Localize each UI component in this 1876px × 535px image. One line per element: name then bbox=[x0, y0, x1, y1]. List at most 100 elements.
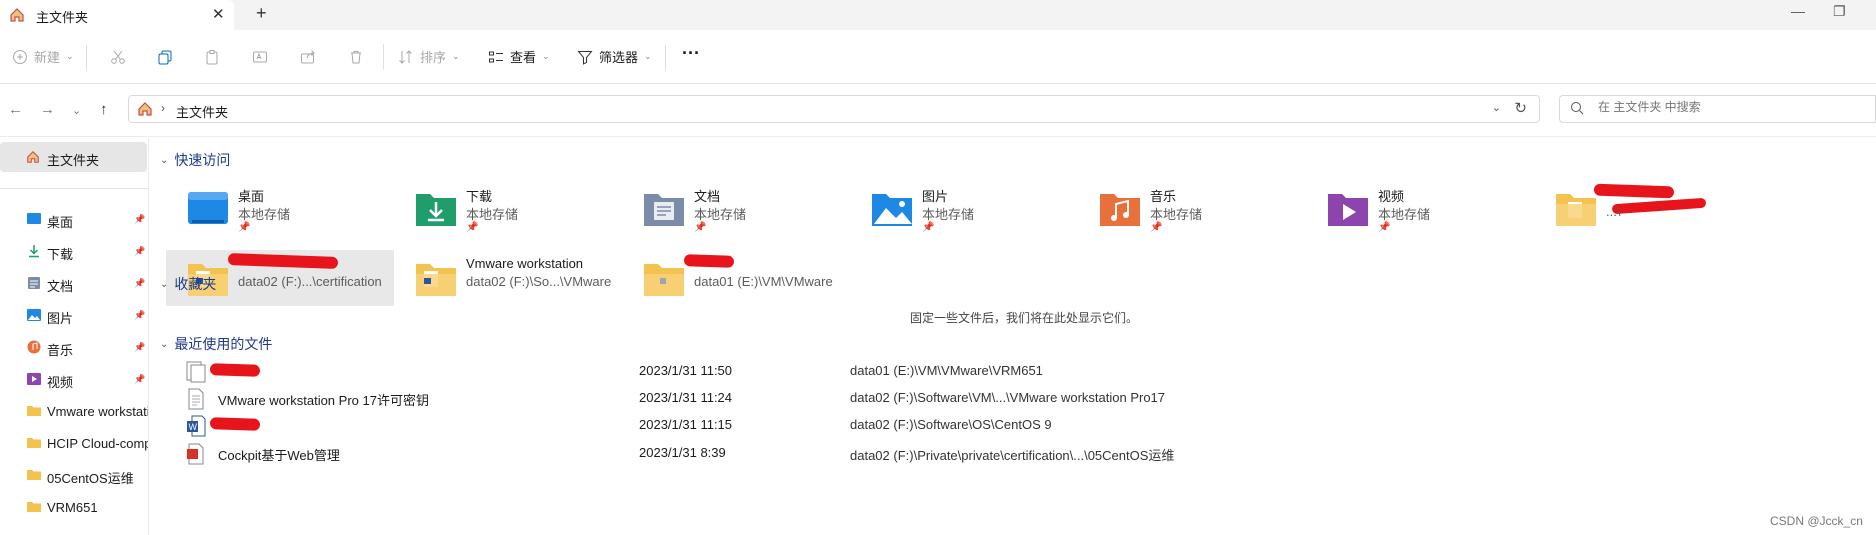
paste-icon[interactable] bbox=[204, 49, 220, 65]
quick-access-tile-music[interactable]: 音乐 本地存储 📌 bbox=[1078, 180, 1306, 236]
quick-access-tile-desktop[interactable]: 桌面 本地存储 📌 bbox=[166, 180, 394, 236]
table-row[interactable]: Cockpit基于Web管理 2023/1/31 8:39 data02 (F:… bbox=[176, 438, 1866, 468]
plus-circle-icon bbox=[12, 49, 28, 65]
tile-location: 本地存储 bbox=[922, 207, 975, 222]
folder-icon bbox=[1554, 190, 1598, 228]
sidebar-item-music[interactable]: 音乐 📌 bbox=[0, 332, 149, 364]
back-arrow-icon[interactable]: ← bbox=[8, 101, 23, 118]
quick-access-tile-videos[interactable]: 视频 本地存储 📌 bbox=[1306, 180, 1534, 236]
address-row: ← → ⌄ ↑ › 主文件夹 ⌄ ↻ bbox=[0, 85, 1876, 137]
tile-location: data02 (F:)...\certification bbox=[238, 274, 382, 289]
quick-access-tile-documents[interactable]: 文档 本地存储 📌 bbox=[622, 180, 850, 236]
forward-arrow-icon[interactable]: → bbox=[40, 101, 55, 118]
sidebar-item-label: 桌面 bbox=[47, 215, 74, 230]
filter-button[interactable]: 筛选器 ⌄ bbox=[577, 47, 652, 66]
sidebar-item-downloads[interactable]: 下载 📌 bbox=[0, 236, 149, 268]
sidebar-item-home[interactable]: 主文件夹 bbox=[0, 142, 147, 172]
chevron-down-icon: ⌄ bbox=[160, 278, 169, 290]
filter-icon bbox=[577, 49, 593, 65]
pin-icon: 📌 bbox=[134, 342, 146, 352]
new-tab-button[interactable]: + bbox=[256, 3, 267, 24]
tile-name: Vmware workstation bbox=[466, 256, 584, 271]
sidebar-item-label: 音乐 bbox=[47, 343, 74, 358]
view-button[interactable]: 查看 ⌄ bbox=[488, 47, 550, 66]
file-path: data01 (E:)\VM\VMware\VRM651 bbox=[850, 363, 1043, 378]
pin-icon: 📌 bbox=[134, 310, 146, 320]
tile-name: 图片 bbox=[922, 189, 949, 204]
more-options-button[interactable]: ··· bbox=[682, 43, 700, 64]
sidebar-item-label: VRM651 bbox=[47, 500, 98, 515]
share-icon[interactable] bbox=[300, 49, 316, 65]
delete-icon[interactable] bbox=[348, 49, 364, 65]
minimize-button[interactable]: — bbox=[1791, 3, 1805, 19]
sidebar-item-videos[interactable]: 视频 📌 bbox=[0, 364, 149, 396]
download-folder-icon bbox=[414, 190, 458, 228]
quick-access-tile-pictures[interactable]: 图片 本地存储 📌 bbox=[850, 180, 1078, 236]
search-icon bbox=[1570, 101, 1584, 118]
quick-access-tile-vmware-workstation[interactable]: Vmware workstation data02 (F:)\So...\VMw… bbox=[394, 250, 622, 306]
sidebar-item-vrm651[interactable]: VRM651 bbox=[0, 492, 149, 524]
picture-icon bbox=[27, 308, 41, 325]
chevron-down-icon: ⌄ bbox=[66, 51, 74, 61]
view-icon bbox=[488, 49, 504, 65]
sidebar-item-hcip[interactable]: HCIP Cloud-computing bbox=[0, 428, 149, 460]
tab-home[interactable]: 主文件夹 ✕ bbox=[0, 0, 234, 30]
filter-label: 筛选器 bbox=[599, 50, 639, 65]
home-icon bbox=[26, 150, 40, 167]
redaction-mark bbox=[209, 363, 261, 377]
tile-name: 桌面 bbox=[238, 189, 265, 204]
pin-icon: 📌 bbox=[1378, 222, 1391, 233]
sidebar-item-desktop[interactable]: 桌面 📌 bbox=[0, 204, 149, 236]
document-folder-icon bbox=[642, 190, 686, 228]
section-recent[interactable]: ⌄ 最近使用的文件 bbox=[160, 334, 272, 354]
sort-label: 排序 bbox=[420, 50, 447, 65]
search-box[interactable] bbox=[1559, 95, 1876, 123]
word-document-icon: W bbox=[186, 415, 206, 440]
pin-icon: 📌 bbox=[1150, 222, 1163, 233]
table-row[interactable]: 2023/1/31 11:50 data01 (E:)\VM\VMware\VR… bbox=[176, 356, 1866, 386]
title-bar: 主文件夹 ✕ + — ❐ bbox=[0, 0, 1876, 30]
sidebar-item-pictures[interactable]: 图片 📌 bbox=[0, 300, 149, 332]
table-row[interactable]: VMware workstation Pro 17许可密钥 2023/1/31 … bbox=[176, 383, 1866, 413]
table-row[interactable]: W 2023/1/31 11:15 data02 (F:)\Software\O… bbox=[176, 410, 1866, 440]
tile-location: 本地存储 bbox=[1150, 207, 1203, 222]
maximize-button[interactable]: ❐ bbox=[1833, 3, 1846, 20]
chevron-down-icon: ⌄ bbox=[542, 51, 550, 61]
tile-location: ...\ bbox=[1606, 204, 1621, 219]
up-arrow-icon[interactable]: ↑ bbox=[100, 101, 108, 118]
quick-access-tile-redacted-folder[interactable]: ...\ bbox=[1534, 180, 1762, 236]
copy-icon[interactable] bbox=[157, 49, 173, 65]
file-path: data02 (F:)\Private\private\certificatio… bbox=[850, 448, 1175, 463]
folder-icon bbox=[414, 260, 458, 298]
sidebar-item-label: 05CentOS运维 bbox=[47, 471, 134, 486]
sidebar-item-documents[interactable]: 文档 📌 bbox=[0, 268, 149, 300]
refresh-icon[interactable]: ↻ bbox=[1514, 99, 1527, 117]
new-button[interactable]: 新建 ⌄ bbox=[12, 47, 74, 66]
close-tab-icon[interactable]: ✕ bbox=[212, 5, 225, 23]
cut-icon[interactable] bbox=[110, 49, 126, 65]
section-quick-access[interactable]: ⌄ 快速访问 bbox=[160, 150, 230, 170]
chevron-down-icon: ⌄ bbox=[644, 51, 652, 61]
sort-button[interactable]: 排序 ⌄ bbox=[398, 47, 460, 66]
sidebar-item-vmware-workstation[interactable]: Vmware workstation bbox=[0, 396, 149, 428]
pin-icon: 📌 bbox=[922, 222, 935, 233]
redaction-mark bbox=[1593, 183, 1675, 199]
search-input[interactable] bbox=[1598, 100, 1858, 114]
sidebar-item-label: 图片 bbox=[47, 311, 74, 326]
breadcrumb-home[interactable]: 主文件夹 bbox=[176, 102, 228, 121]
svg-text:W: W bbox=[189, 422, 198, 432]
sidebar-item-centos[interactable]: 05CentOS运维 bbox=[0, 460, 149, 492]
sidebar-item-label: 视频 bbox=[47, 375, 74, 390]
address-bar[interactable]: › 主文件夹 ⌄ ↻ bbox=[128, 95, 1540, 123]
folder-icon bbox=[642, 260, 686, 298]
rename-icon[interactable] bbox=[252, 49, 268, 65]
video-folder-icon bbox=[1326, 190, 1370, 228]
quick-access-tile-vrm651[interactable]: data01 (E:)\VM\VMware bbox=[622, 250, 850, 306]
quick-access-tile-downloads[interactable]: 下载 本地存储 📌 bbox=[394, 180, 622, 236]
section-favorites[interactable]: ⌄ 收藏夹 bbox=[160, 274, 216, 294]
watermark: CSDN @Jcck_cn bbox=[1770, 514, 1863, 528]
recent-locations-chevron-icon[interactable]: ⌄ bbox=[72, 104, 81, 117]
address-dropdown-icon[interactable]: ⌄ bbox=[1492, 101, 1501, 114]
file-path: data02 (F:)\Software\OS\CentOS 9 bbox=[850, 417, 1052, 432]
view-label: 查看 bbox=[510, 50, 537, 65]
